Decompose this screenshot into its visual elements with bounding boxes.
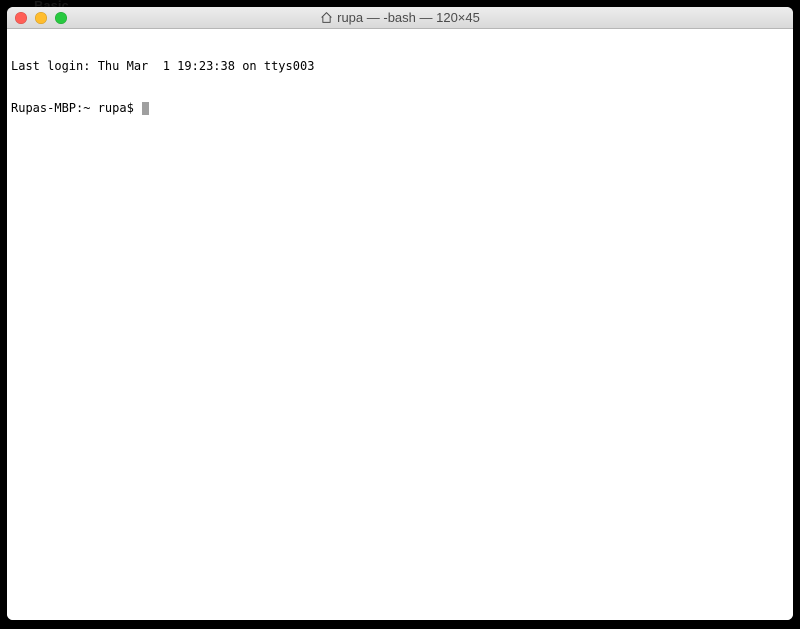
window-title: rupa — -bash — 120×45 (7, 10, 793, 25)
minimize-icon[interactable] (35, 12, 47, 24)
terminal-prompt-line: Rupas-MBP:~ rupa$ (11, 101, 789, 115)
terminal-body[interactable]: Last login: Thu Mar 1 19:23:38 on ttys00… (7, 29, 793, 620)
terminal-prompt: Rupas-MBP:~ rupa$ (11, 101, 141, 115)
close-icon[interactable] (15, 12, 27, 24)
home-icon (320, 11, 333, 24)
traffic-lights (15, 12, 67, 24)
cursor-icon (142, 102, 149, 115)
window-titlebar[interactable]: rupa — -bash — 120×45 (7, 7, 793, 29)
terminal-window: rupa — -bash — 120×45 Last login: Thu Ma… (7, 7, 793, 620)
window-title-text: rupa — -bash — 120×45 (337, 10, 480, 25)
zoom-icon[interactable] (55, 12, 67, 24)
terminal-motd-line: Last login: Thu Mar 1 19:23:38 on ttys00… (11, 59, 789, 73)
